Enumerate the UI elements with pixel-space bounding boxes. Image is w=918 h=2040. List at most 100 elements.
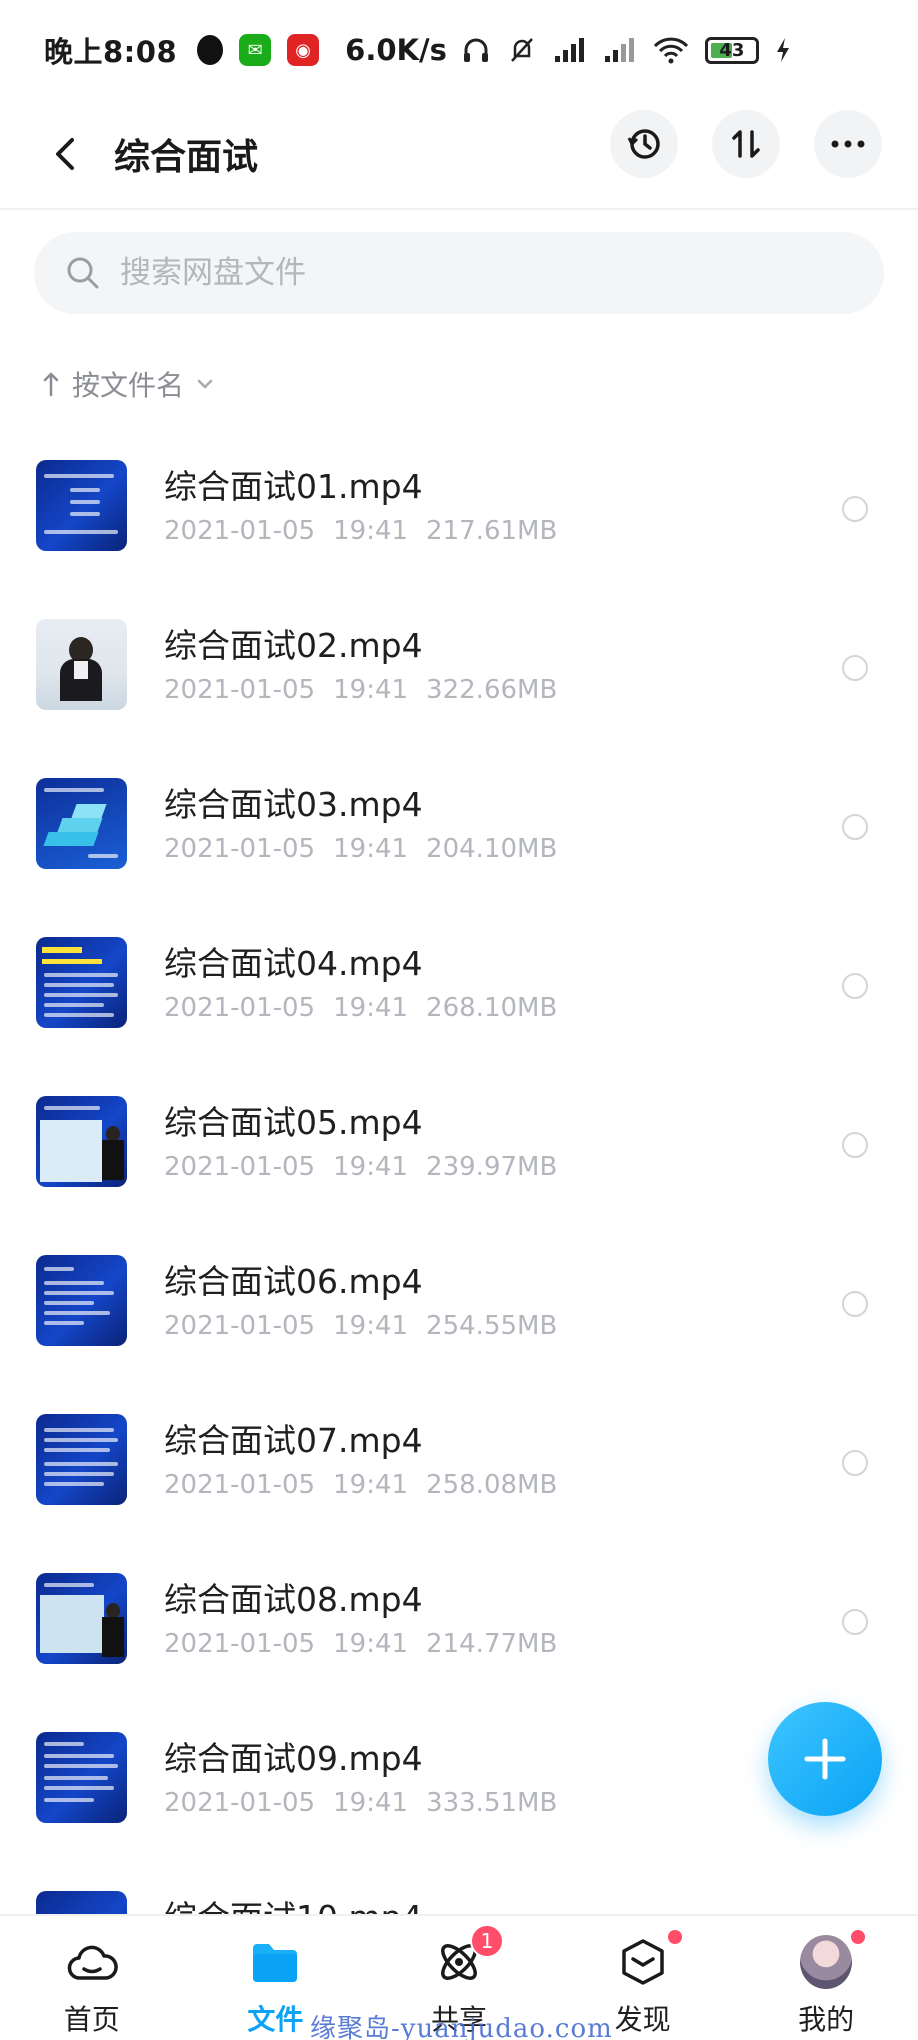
file-date: 2021-01-05 bbox=[164, 516, 316, 546]
file-time: 19:41 bbox=[333, 834, 409, 864]
video-thumbnail bbox=[36, 778, 127, 869]
file-row[interactable]: 综合面试05.mp4 2021-01-05 19:41 239.97MB bbox=[0, 1066, 918, 1225]
file-name: 综合面试03.mp4 bbox=[164, 785, 423, 824]
select-radio[interactable] bbox=[842, 1450, 868, 1476]
file-size: 217.61MB bbox=[426, 516, 558, 546]
file-date: 2021-01-05 bbox=[164, 1470, 316, 1500]
file-row[interactable]: 综合面试01.mp4 2021-01-05 19:41 217.61MB bbox=[0, 430, 918, 589]
file-size: 254.55MB bbox=[426, 1311, 558, 1341]
charging-icon bbox=[776, 38, 789, 62]
battery-level: 43 bbox=[719, 39, 745, 61]
file-meta: 2021-01-05 19:41 258.08MB bbox=[164, 1470, 557, 1500]
file-name: 综合面试05.mp4 bbox=[164, 1103, 423, 1142]
wechat-icon: ✉ bbox=[239, 34, 272, 66]
file-time: 19:41 bbox=[333, 675, 409, 705]
nav-profile[interactable]: 我的 bbox=[751, 1930, 901, 2038]
add-button[interactable] bbox=[768, 1702, 882, 1816]
select-radio[interactable] bbox=[842, 814, 868, 840]
search-input[interactable] bbox=[120, 255, 820, 291]
app-header: 综合面试 bbox=[0, 100, 918, 210]
avatar-wrap bbox=[800, 1935, 853, 1989]
avatar bbox=[800, 1935, 853, 1989]
file-meta: 2021-01-05 19:41 333.51MB bbox=[164, 1788, 557, 1818]
more-button[interactable] bbox=[814, 110, 882, 178]
sort-selector[interactable]: 按文件名 bbox=[42, 364, 214, 404]
wifi-icon bbox=[653, 37, 688, 64]
file-size: 214.77MB bbox=[426, 1629, 558, 1659]
file-name: 综合面试01.mp4 bbox=[164, 467, 423, 506]
folder-icon bbox=[249, 1936, 301, 1988]
file-row[interactable]: 综合面试04.mp4 2021-01-05 19:41 268.10MB bbox=[0, 907, 918, 1066]
mute-bell-icon bbox=[510, 38, 533, 62]
select-radio[interactable] bbox=[842, 496, 868, 522]
file-date: 2021-01-05 bbox=[164, 1311, 316, 1341]
file-row[interactable]: 综合面试03.mp4 2021-01-05 19:41 204.10MB bbox=[0, 748, 918, 907]
sort-arrows-icon bbox=[732, 130, 760, 158]
file-size: 268.10MB bbox=[426, 993, 558, 1023]
file-name: 综合面试09.mp4 bbox=[164, 1739, 423, 1778]
file-meta: 2021-01-05 19:41 204.10MB bbox=[164, 834, 557, 864]
file-time: 19:41 bbox=[333, 1470, 409, 1500]
nav-profile-label: 我的 bbox=[798, 2003, 855, 2036]
file-row[interactable]: 综合面试06.mp4 2021-01-05 19:41 254.55MB bbox=[0, 1225, 918, 1384]
status-bar: 晚上8:08 ✉ ◉ 6.0K/s 43 bbox=[0, 0, 918, 100]
select-radio[interactable] bbox=[842, 973, 868, 999]
qq-icon bbox=[197, 35, 224, 65]
search-bar[interactable] bbox=[34, 232, 884, 314]
file-row[interactable]: 综合面试08.mp4 2021-01-05 19:41 214.77MB bbox=[0, 1543, 918, 1702]
file-row[interactable]: 综合面试02.mp4 2021-01-05 19:41 322.66MB bbox=[0, 589, 918, 748]
file-size: 239.97MB bbox=[426, 1152, 558, 1182]
status-icons: 43 bbox=[461, 35, 791, 65]
sort-label: 按文件名 bbox=[72, 369, 185, 402]
video-thumbnail bbox=[36, 1255, 127, 1346]
watermark: 缘聚岛-yuanjudao.com bbox=[310, 2014, 613, 2040]
arrow-up-icon bbox=[43, 372, 59, 397]
video-thumbnail bbox=[36, 619, 127, 710]
video-thumbnail bbox=[36, 1573, 127, 1664]
file-time: 19:41 bbox=[333, 1629, 409, 1659]
back-button[interactable] bbox=[36, 124, 96, 184]
file-size: 333.51MB bbox=[426, 1788, 558, 1818]
file-name: 综合面试02.mp4 bbox=[164, 626, 423, 665]
cube-icon bbox=[617, 1936, 669, 1988]
file-time: 19:41 bbox=[333, 1311, 409, 1341]
file-meta: 2021-01-05 19:41 322.66MB bbox=[164, 675, 557, 705]
search-icon bbox=[67, 257, 99, 289]
discover-notification-dot bbox=[667, 1930, 682, 1944]
file-date: 2021-01-05 bbox=[164, 834, 316, 864]
file-time: 19:41 bbox=[333, 1788, 409, 1818]
chevron-down-icon bbox=[197, 379, 213, 389]
file-name: 综合面试04.mp4 bbox=[164, 944, 423, 983]
video-thumbnail bbox=[36, 460, 127, 551]
file-meta: 2021-01-05 19:41 268.10MB bbox=[164, 993, 557, 1023]
file-size: 204.10MB bbox=[426, 834, 558, 864]
nav-discover-label: 发现 bbox=[614, 2003, 671, 2036]
file-date: 2021-01-05 bbox=[164, 1788, 316, 1818]
status-time: 晚上8:08 bbox=[44, 35, 178, 69]
video-thumbnail bbox=[36, 1096, 127, 1187]
select-radio[interactable] bbox=[842, 1609, 868, 1635]
nav-home-label: 首页 bbox=[63, 2003, 120, 2036]
nav-files-label: 文件 bbox=[247, 2003, 304, 2036]
select-radio[interactable] bbox=[842, 1132, 868, 1158]
file-meta: 2021-01-05 19:41 214.77MB bbox=[164, 1629, 557, 1659]
select-radio[interactable] bbox=[842, 1291, 868, 1317]
plus-icon bbox=[804, 1738, 846, 1780]
battery-icon: 43 bbox=[704, 36, 759, 64]
file-name: 综合面试06.mp4 bbox=[164, 1262, 423, 1301]
page-title: 综合面试 bbox=[114, 137, 259, 178]
video-thumbnail bbox=[36, 937, 127, 1028]
file-size: 258.08MB bbox=[426, 1470, 558, 1500]
video-thumbnail bbox=[36, 1732, 127, 1823]
file-row[interactable]: 综合面试07.mp4 2021-01-05 19:41 258.08MB bbox=[0, 1384, 918, 1543]
file-date: 2021-01-05 bbox=[164, 993, 316, 1023]
select-radio[interactable] bbox=[842, 655, 868, 681]
file-name: 综合面试08.mp4 bbox=[164, 1580, 423, 1619]
history-icon bbox=[627, 129, 660, 159]
nav-home[interactable]: 首页 bbox=[17, 1936, 167, 2038]
video-thumbnail bbox=[36, 1414, 127, 1505]
signal-hd-icon bbox=[604, 38, 634, 62]
history-button[interactable] bbox=[610, 110, 678, 178]
network-speed: 6.0K/s bbox=[345, 33, 447, 67]
sort-order-button[interactable] bbox=[712, 110, 780, 178]
